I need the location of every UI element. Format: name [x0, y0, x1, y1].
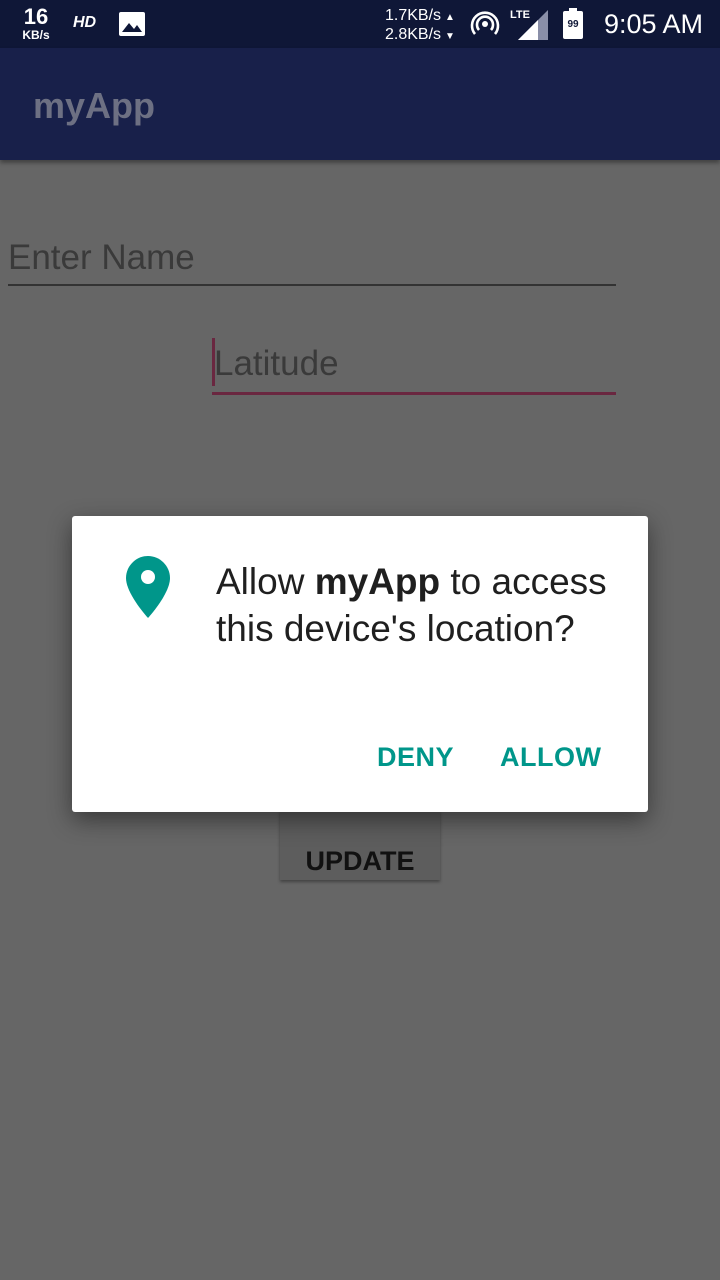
download-rate: 2.8KB/s	[385, 26, 442, 43]
app-bar: myApp	[0, 48, 720, 160]
name-input[interactable]: Enter Name	[8, 234, 616, 286]
update-button[interactable]: UPDATE	[280, 810, 440, 880]
hd-indicator: HD	[73, 14, 97, 31]
network-speed-unit: KB/s	[22, 28, 50, 42]
up-arrow-icon: ▲	[445, 12, 455, 23]
down-arrow-icon: ▼	[445, 31, 455, 42]
hotspot-icon	[470, 11, 500, 35]
location-permission-dialog: Allow myApp to access this device's loca…	[72, 516, 648, 812]
app-title: myApp	[33, 85, 156, 126]
battery-icon: 99	[563, 8, 583, 39]
allow-button[interactable]: ALLOW	[500, 742, 601, 773]
name-placeholder: Enter Name	[8, 238, 195, 277]
dialog-message: Allow myApp to access this device's loca…	[216, 558, 616, 652]
upload-rate: 1.7KB/s	[385, 7, 442, 24]
battery-level: 99	[567, 19, 579, 30]
clock: 9:05 AM	[603, 9, 703, 39]
network-speed-value: 16	[23, 4, 49, 29]
deny-button[interactable]: DENY	[377, 742, 454, 773]
message-prefix: Allow	[216, 561, 315, 602]
status-bar: 16 KB/s HD 1.7KB/s ▲ 2.8KB/s ▼ LTE 99 9:05…	[0, 0, 720, 48]
latitude-input[interactable]: Latitude	[212, 338, 616, 395]
image-notification-icon	[119, 12, 145, 36]
location-pin-icon	[126, 556, 170, 618]
data-rates: 1.7KB/s ▲ 2.8KB/s ▼	[385, 7, 455, 45]
dialog-app-name: myApp	[314, 561, 441, 602]
latitude-placeholder: Latitude	[214, 344, 339, 383]
network-speed: 16 KB/s	[18, 4, 54, 42]
signal-strength-icon	[518, 10, 548, 40]
